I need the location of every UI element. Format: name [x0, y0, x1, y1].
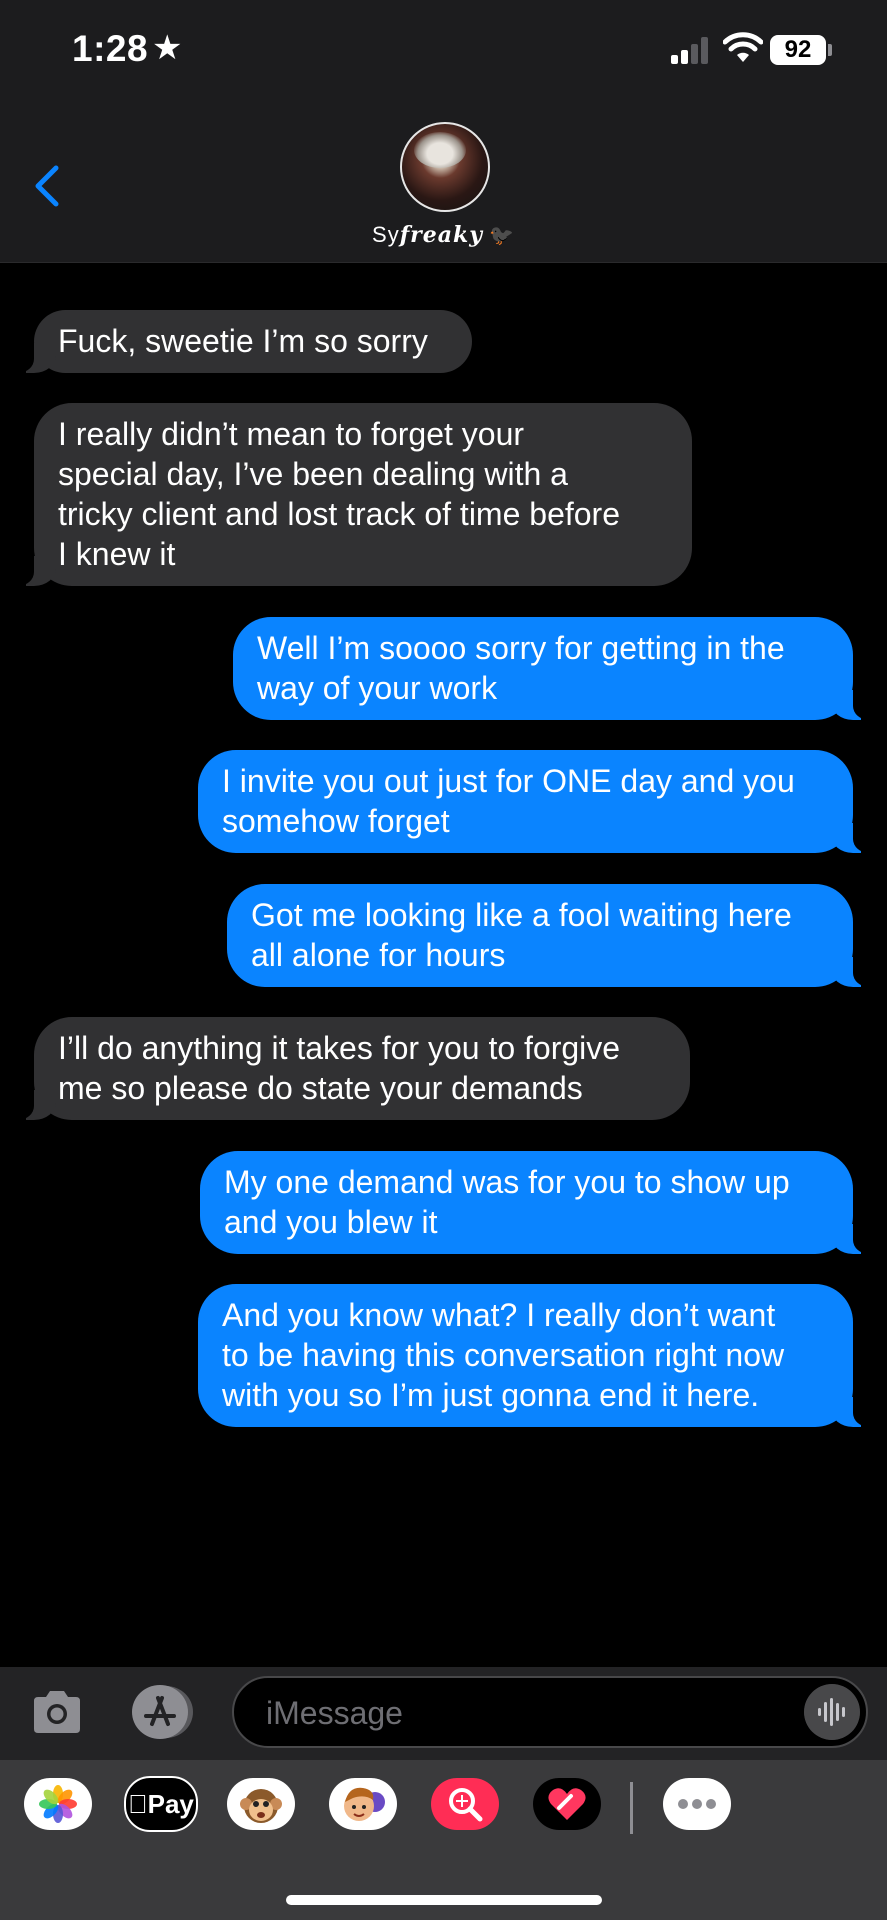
avatar-image	[414, 132, 466, 168]
cellular-signal-icon	[671, 36, 711, 64]
status-time: 1:28	[72, 28, 149, 69]
message-input-container[interactable]	[232, 1676, 868, 1748]
app-store-icon[interactable]	[130, 1684, 196, 1740]
message-text: And you know what? I really don’t want t…	[222, 1297, 785, 1413]
contact-name-plain: Sy	[372, 222, 400, 247]
star-icon: ★	[152, 29, 183, 67]
camera-icon[interactable]	[30, 1689, 84, 1735]
apple-logo-icon: 	[128, 1789, 148, 1820]
message-text: I really didn’t mean to forget your spec…	[58, 416, 620, 572]
home-indicator[interactable]	[286, 1895, 602, 1905]
message-text: Fuck, sweetie I’m so sorry	[58, 323, 428, 359]
app-drawer-divider	[630, 1782, 633, 1834]
back-chevron-icon[interactable]	[30, 162, 64, 210]
digital-touch-heart-icon[interactable]	[533, 1778, 601, 1830]
memoji-stickers-icon[interactable]	[329, 1778, 397, 1830]
images-search-app-icon[interactable]	[431, 1778, 499, 1830]
message-bubble-outgoing[interactable]: I invite you out just for ONE day and yo…	[198, 750, 879, 853]
message-text: Got me looking like a fool waiting here …	[251, 897, 792, 973]
contact-emoji: 🐦‍⬛	[489, 225, 515, 247]
message-text: Well I’m soooo sorry for getting in the …	[257, 630, 785, 706]
apple-pay-app-icon[interactable]: Pay	[124, 1776, 198, 1832]
message-bubble-outgoing[interactable]: Got me looking like a fool waiting here …	[227, 884, 879, 987]
message-bubble-incoming[interactable]: I’ll do anything it takes for you to for…	[8, 1017, 690, 1120]
compose-bar	[0, 1667, 887, 1760]
memoji-monkey-icon[interactable]	[227, 1778, 295, 1830]
contact-name[interactable]: Syfreaky 🐦‍⬛	[0, 222, 887, 248]
battery-cap	[828, 44, 832, 56]
message-input[interactable]	[264, 1678, 788, 1748]
message-bubble-outgoing[interactable]: My one demand was for you to show up and…	[200, 1151, 879, 1254]
voice-waveform-icon[interactable]	[804, 1684, 860, 1740]
more-apps-icon[interactable]	[663, 1778, 731, 1830]
apple-pay-label: Pay	[137, 1788, 194, 1819]
contact-name-fancy: freaky	[399, 222, 484, 248]
conversation-header: 1:28 ★ 92 Syfreaky 🐦‍⬛	[0, 0, 887, 263]
message-bubble-outgoing[interactable]: And you know what? I really don’t want t…	[198, 1284, 879, 1427]
photos-app-icon[interactable]	[24, 1778, 92, 1830]
message-bubble-incoming[interactable]: Fuck, sweetie I’m so sorry	[8, 310, 472, 373]
wifi-icon	[723, 32, 763, 62]
battery-indicator: 92	[770, 35, 826, 65]
message-bubble-outgoing[interactable]: Well I’m soooo sorry for getting in the …	[233, 617, 879, 720]
message-text: I invite you out just for ONE day and yo…	[222, 763, 795, 839]
message-text: My one demand was for you to show up and…	[224, 1164, 790, 1240]
avatar[interactable]	[400, 122, 490, 212]
message-bubble-incoming[interactable]: I really didn’t mean to forget your spec…	[8, 403, 692, 586]
message-text: I’ll do anything it takes for you to for…	[58, 1030, 621, 1106]
